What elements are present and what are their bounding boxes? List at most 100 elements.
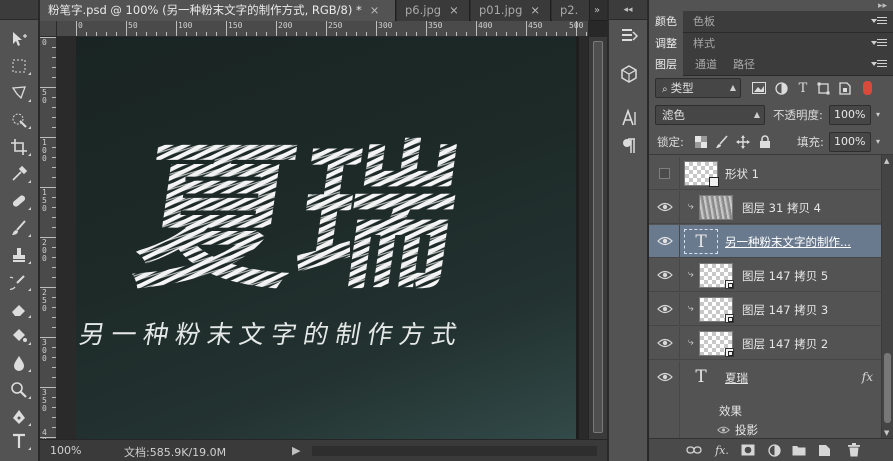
- eyedropper-tool[interactable]: [6, 163, 32, 185]
- pen-tool[interactable]: [6, 406, 32, 428]
- lock-position-icon[interactable]: [735, 134, 751, 150]
- eye-icon[interactable]: [657, 235, 673, 247]
- add-style-button[interactable]: fx.: [713, 442, 731, 458]
- layer-name[interactable]: 另一种粉末文字的制作...: [725, 234, 875, 250]
- marquee-icon: [12, 59, 26, 73]
- lasso-tool[interactable]: [6, 82, 32, 104]
- panel-menu-icon[interactable]: [871, 60, 887, 70]
- ruler-horizontal[interactable]: 0 50 100 150 200 250 300 350 400 450 500: [57, 21, 588, 37]
- filter-kind-select[interactable]: ⌕ 类型 ▲: [655, 78, 741, 98]
- link-layers-button[interactable]: [685, 442, 703, 458]
- delete-layer-button[interactable]: [845, 442, 863, 458]
- layer-row[interactable]: ⤷ 图层 147 拷贝 5: [649, 259, 881, 292]
- crop-tool[interactable]: [6, 136, 32, 158]
- close-icon[interactable]: ×: [370, 3, 380, 17]
- layer-row[interactable]: ⤷ 图层 147 拷贝 2: [649, 327, 881, 360]
- new-adjustment-button[interactable]: [765, 442, 783, 458]
- history-panel-button[interactable]: [617, 24, 641, 48]
- visibility-toggle-off[interactable]: [659, 168, 670, 179]
- panel-menu-icon[interactable]: [871, 17, 887, 27]
- canvas-vertical-scrollbar[interactable]: [588, 37, 607, 439]
- paint-bucket-tool[interactable]: [6, 325, 32, 347]
- filter-adjustment-icon[interactable]: [773, 80, 789, 96]
- marquee-tool[interactable]: [6, 55, 32, 77]
- tab-swatches[interactable]: 色板: [687, 11, 721, 33]
- blend-mode-select[interactable]: 滤色 ▲: [655, 105, 765, 125]
- eye-icon[interactable]: [657, 303, 673, 315]
- clone-stamp-tool[interactable]: [6, 244, 32, 266]
- eye-icon[interactable]: [657, 269, 673, 281]
- dodge-tool[interactable]: [6, 379, 32, 401]
- close-icon[interactable]: ×: [449, 3, 459, 17]
- stamp-icon: [13, 248, 25, 262]
- tools-panel-grip[interactable]: [0, 0, 38, 20]
- opacity-input[interactable]: 100% ▾: [829, 105, 880, 125]
- chevron-down-icon[interactable]: ▾: [872, 133, 884, 151]
- layer-row[interactable]: T 夏瑞 fx 效果 投影: [649, 361, 881, 438]
- blur-tool[interactable]: [6, 352, 32, 374]
- lock-all-icon[interactable]: [757, 134, 773, 150]
- layers-scrollbar[interactable]: ▲ ▼: [881, 155, 893, 438]
- tab-channels[interactable]: 通道: [689, 54, 723, 76]
- zoom-level[interactable]: 100%: [50, 444, 81, 457]
- layer-row-selected[interactable]: T 另一种粉末文字的制作...: [649, 225, 881, 258]
- tab-adjustments[interactable]: 调整: [649, 33, 683, 55]
- scrollbar-thumb[interactable]: [593, 41, 603, 433]
- fx-icon[interactable]: fx: [862, 370, 873, 384]
- dock-collapse-icon[interactable]: ◂◂: [609, 0, 647, 20]
- scrollbar-thumb[interactable]: [884, 353, 891, 423]
- eye-icon[interactable]: [657, 337, 673, 349]
- tab-paths[interactable]: 路径: [727, 54, 761, 76]
- filter-smart-object-icon[interactable]: [836, 80, 852, 96]
- new-layer-button[interactable]: [815, 442, 833, 458]
- eye-icon[interactable]: [657, 201, 673, 213]
- scroll-down-icon[interactable]: ▼: [884, 429, 889, 437]
- status-menu-icon[interactable]: ▶: [292, 444, 300, 457]
- tab-styles[interactable]: 样式: [687, 33, 721, 55]
- eye-icon[interactable]: [657, 371, 673, 383]
- new-group-button[interactable]: [790, 442, 808, 458]
- healing-brush-tool[interactable]: [6, 190, 32, 212]
- panel-menu-icon[interactable]: [871, 39, 887, 49]
- canvas-workspace[interactable]: 夏瑞 夏瑞 另一种粉末文字的制作方式: [57, 37, 588, 439]
- document-canvas[interactable]: 夏瑞 夏瑞 另一种粉末文字的制作方式: [76, 37, 576, 439]
- tab-p2[interactable]: p2.: [552, 0, 590, 21]
- lock-transparent-icon[interactable]: [693, 134, 709, 150]
- collapse-panels-icon[interactable]: ▸▸: [878, 0, 887, 12]
- ruler-vertical[interactable]: 0 50 100 150 200 250 300 350 400: [40, 37, 57, 439]
- history-brush-icon: [10, 275, 25, 290]
- close-icon[interactable]: ×: [530, 3, 540, 17]
- layer-row[interactable]: ⤷ 图层 147 拷贝 3: [649, 293, 881, 326]
- move-tool[interactable]: [6, 28, 32, 50]
- tab-p01[interactable]: p01.jpg ×: [471, 0, 551, 21]
- lock-pixels-icon[interactable]: [714, 134, 730, 150]
- history-brush-tool[interactable]: [6, 271, 32, 293]
- tab-color[interactable]: 颜色: [649, 11, 683, 33]
- quick-selection-tool[interactable]: [6, 109, 32, 131]
- brush-tool[interactable]: [6, 217, 32, 239]
- more-tabs-icon[interactable]: »: [589, 0, 605, 21]
- canvas-artwork: 夏瑞 夏瑞 另一种粉末文字的制作方式: [77, 128, 471, 349]
- tab-psd-document[interactable]: 粉笔字.psd @ 100% (另一种粉末文字的制作方式, RGB/8) * ×: [40, 0, 396, 21]
- eye-icon[interactable]: [717, 425, 730, 435]
- layer-row[interactable]: ⤷ 图层 31 拷贝 4: [649, 191, 881, 224]
- tab-layers[interactable]: 图层: [649, 54, 683, 76]
- ruler-origin[interactable]: [40, 21, 57, 37]
- tab-p6[interactable]: p6.jpg ×: [397, 0, 470, 21]
- 3d-panel-button[interactable]: [617, 62, 641, 86]
- character-panel-button[interactable]: [617, 106, 641, 130]
- filter-toggle-switch[interactable]: [863, 81, 872, 95]
- scroll-up-icon[interactable]: ▲: [884, 157, 889, 165]
- canvas-horizontal-scrollbar[interactable]: [312, 446, 597, 456]
- filter-shape-icon[interactable]: [815, 80, 831, 96]
- paragraph-panel-button[interactable]: [617, 134, 641, 158]
- filter-type-icon[interactable]: T: [795, 80, 811, 96]
- fill-input[interactable]: 100% ▾: [829, 132, 880, 152]
- eraser-tool[interactable]: [6, 298, 32, 320]
- effect-drop-shadow[interactable]: 投影: [735, 422, 758, 438]
- layer-row[interactable]: 形状 1: [649, 157, 881, 190]
- add-mask-button[interactable]: [739, 442, 757, 458]
- type-tool[interactable]: [6, 430, 32, 452]
- filter-pixel-icon[interactable]: [751, 80, 767, 96]
- chevron-down-icon[interactable]: ▾: [872, 106, 884, 124]
